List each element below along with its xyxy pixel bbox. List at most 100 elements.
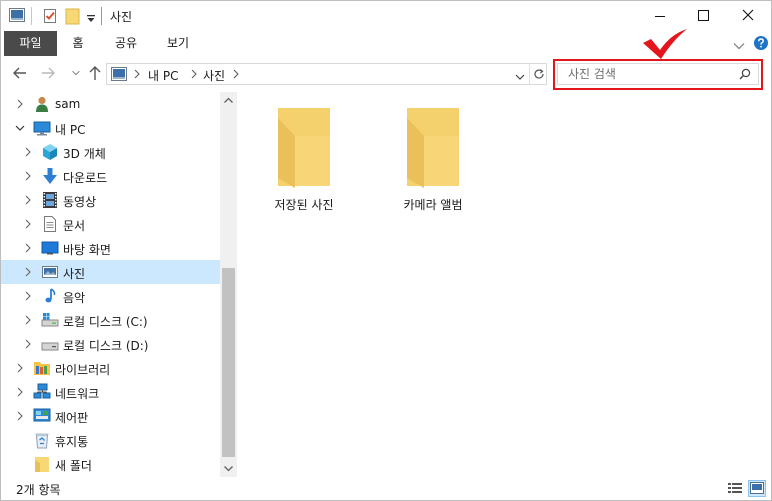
separator	[31, 7, 33, 28]
library-icon	[33, 359, 51, 377]
nav-item[interactable]: 내 PC	[1, 116, 220, 140]
expand-chevron-icon[interactable]	[23, 218, 33, 230]
refresh-icon[interactable]	[532, 67, 546, 84]
nav-item-label: 다운로드	[63, 171, 108, 185]
nav-item-label: 제어판	[55, 411, 89, 425]
breadcrumb-separator-icon[interactable]	[191, 68, 197, 82]
nav-item[interactable]: 제어판	[1, 404, 220, 428]
address-history-dropdown-icon[interactable]	[515, 70, 525, 84]
forward-button[interactable]	[37, 62, 59, 84]
folder-item-camera-roll[interactable]: 카메라 앨범	[378, 106, 488, 216]
expand-chevron-icon[interactable]	[23, 194, 33, 206]
scroll-thumb[interactable]	[222, 268, 235, 457]
nav-item-label: 네트워크	[55, 387, 100, 401]
nav-item[interactable]: 동영상	[1, 188, 220, 212]
tab-share[interactable]: 공유	[109, 31, 143, 56]
expand-ribbon-chevron-icon[interactable]	[733, 39, 745, 53]
drive-icon	[41, 335, 59, 353]
music-note-icon	[41, 287, 59, 305]
nav-item[interactable]: 네트워크	[1, 380, 220, 404]
nav-item[interactable]: 바탕 화면	[1, 236, 220, 260]
nav-item[interactable]: 라이브러리	[1, 356, 220, 380]
nav-item-label: 내 PC	[55, 123, 86, 137]
help-icon[interactable]	[753, 35, 769, 54]
nav-item[interactable]: 로컬 디스크 (C:)	[1, 308, 220, 332]
nav-item[interactable]: 음악	[1, 284, 220, 308]
nav-item[interactable]: 새 폴더	[1, 452, 220, 476]
nav-item[interactable]: 3D 개체	[1, 140, 220, 164]
customize-toolbar-dropdown-icon[interactable]	[87, 12, 95, 26]
nav-item[interactable]: 로컬 디스크 (D:)	[1, 332, 220, 356]
tab-file[interactable]: 파일	[4, 31, 57, 56]
document-icon	[41, 215, 59, 233]
search-highlight-annotation	[553, 59, 763, 90]
folder-item-saved-pictures[interactable]: 저장된 사진	[249, 106, 359, 216]
nav-item[interactable]: 문서	[1, 212, 220, 236]
cube-3d-icon	[41, 143, 59, 161]
control-panel-icon	[33, 407, 51, 425]
details-view-icon[interactable]	[726, 480, 744, 497]
breadcrumb-separator-icon[interactable]	[233, 68, 239, 82]
large-icons-view-icon[interactable]	[748, 480, 766, 497]
collapse-chevron-icon[interactable]	[14, 122, 25, 134]
expand-chevron-icon[interactable]	[15, 362, 25, 374]
expand-chevron-icon[interactable]	[23, 314, 33, 326]
pictures-location-icon	[111, 67, 127, 84]
nav-item-label: 새 폴더	[55, 459, 92, 473]
nav-item-label: 바탕 화면	[63, 243, 111, 257]
expand-chevron-icon[interactable]	[15, 386, 25, 398]
file-list: 저장된 사진 카메라 앨범	[239, 92, 771, 477]
expand-chevron-icon[interactable]	[23, 242, 33, 254]
folder-icon	[407, 108, 459, 188]
nav-pane-scrollbar[interactable]	[220, 92, 237, 477]
expand-chevron-icon[interactable]	[23, 338, 33, 350]
nav-item[interactable]: 다운로드	[1, 164, 220, 188]
address-bar[interactable]: 내 PC 사진	[106, 63, 547, 85]
expand-chevron-icon[interactable]	[15, 410, 25, 422]
item-count: 2개 항목	[16, 483, 61, 497]
minimize-button[interactable]	[637, 1, 683, 31]
nav-item-label: sam	[55, 97, 81, 111]
close-button[interactable]	[725, 1, 771, 31]
nav-item-label: 3D 개체	[63, 147, 106, 161]
maximize-button[interactable]	[681, 1, 727, 31]
pictures-icon	[41, 263, 59, 281]
properties-icon[interactable]	[42, 8, 58, 27]
nav-item-label: 로컬 디스크 (C:)	[63, 315, 148, 329]
network-icon	[33, 383, 51, 401]
nav-item-label: 동영상	[63, 195, 97, 209]
windows-drive-icon	[41, 311, 59, 329]
desktop-icon	[41, 239, 59, 257]
nav-item-label: 휴지통	[55, 435, 89, 449]
file-explorer-window: 사진 파일 홈 공유 보기 내 PC 사진 사진 검색 sam 내 PC 3D …	[0, 0, 772, 501]
folder-icon	[33, 455, 51, 473]
nav-item[interactable]: sam	[1, 92, 220, 116]
breadcrumb-separator-icon[interactable]	[134, 68, 140, 82]
status-bar: 2개 항목	[1, 477, 771, 500]
nav-item-label: 음악	[63, 291, 86, 305]
folder-label: 카메라 앨범	[403, 198, 463, 212]
nav-item[interactable]: 휴지통	[1, 428, 220, 452]
expand-chevron-icon[interactable]	[23, 290, 33, 302]
new-folder-icon[interactable]	[65, 8, 80, 28]
scroll-up-button[interactable]	[220, 92, 237, 109]
nav-item-label: 문서	[63, 219, 86, 233]
expand-chevron-icon[interactable]	[23, 266, 33, 278]
checkmark-annotation-icon	[641, 28, 689, 63]
back-button[interactable]	[9, 62, 31, 84]
tab-home[interactable]: 홈	[63, 31, 93, 56]
expand-chevron-icon[interactable]	[23, 146, 33, 158]
nav-item[interactable]: 사진	[1, 260, 220, 284]
nav-item-label: 라이브러리	[55, 363, 111, 377]
user-icon	[33, 95, 51, 113]
folder-label: 저장된 사진	[274, 198, 334, 212]
expand-chevron-icon[interactable]	[23, 170, 33, 182]
video-film-icon	[41, 191, 59, 209]
breadcrumb-this-pc[interactable]: 내 PC	[148, 67, 178, 84]
scroll-down-button[interactable]	[220, 460, 237, 477]
breadcrumb-pictures[interactable]: 사진	[203, 67, 225, 84]
download-arrow-icon	[41, 167, 59, 185]
expand-chevron-icon[interactable]	[15, 98, 25, 110]
up-button[interactable]	[84, 62, 106, 84]
tab-view[interactable]: 보기	[161, 31, 195, 56]
